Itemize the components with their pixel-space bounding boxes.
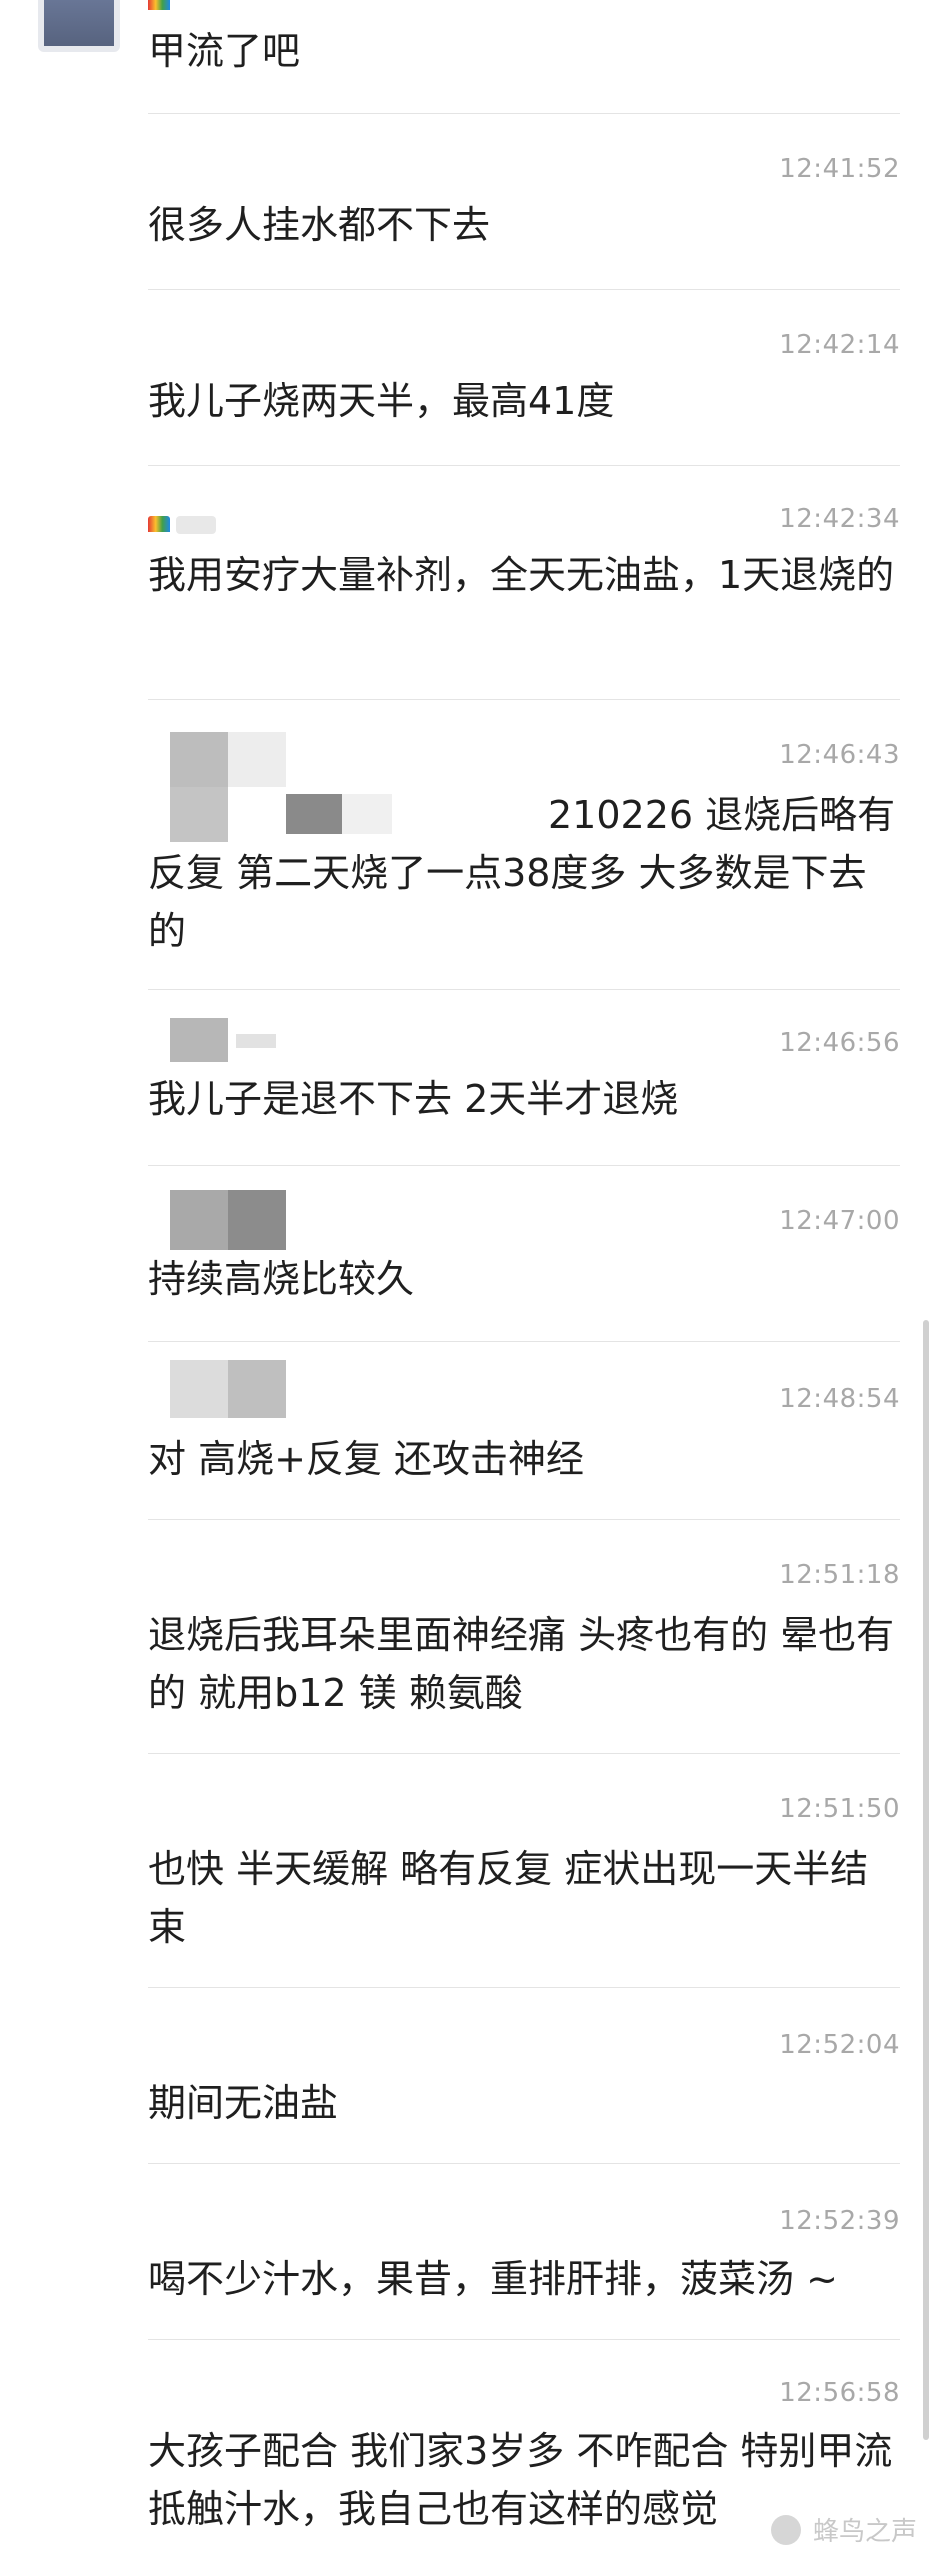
message-text: 持续高烧比较久 [148, 1257, 415, 1301]
list-item: 12:52:04 期间无油盐 [148, 1988, 900, 2164]
message-text: 期间无油盐 [148, 2081, 339, 2125]
avatar[interactable] [38, 0, 120, 52]
list-item: 12:41:52 很多人挂水都不下去 [148, 114, 900, 290]
watermark-text: 蜂鸟之声 [812, 2517, 917, 2547]
message-text: 退烧后我耳朵里面神经痛 头疼也有的 晕也有的 就用b12 镁 赖氨酸 [148, 1613, 895, 1715]
watermark: 蜂鸟之声 [770, 2511, 917, 2548]
chat-history[interactable]: 甲流了吧 12:41:52 很多人挂水都不下去 12:42:14 我儿子烧两天半… [0, 0, 937, 2560]
message-time: 12:42:14 [779, 330, 900, 360]
list-item: 12:42:14 我儿子烧两天半，最高41度 [148, 290, 900, 466]
list-item: 12:47:00 持续高烧比较久 [148, 1166, 900, 1342]
message-time: 12:46:43 [779, 740, 900, 770]
message-text: 甲流了吧 [148, 29, 301, 73]
list-item: 12:46:43 210226 退烧后略有反复 第二天烧了一点38度多 大多数是… [148, 700, 900, 990]
message-text: 喝不少汁水，果昔，重排肝排，菠菜汤 ~ [148, 2257, 838, 2301]
scrollbar[interactable] [923, 1320, 929, 2440]
list-item: 12:46:56 我儿子是退不下去 2天半才退烧 [148, 990, 900, 1166]
message-time: 12:41:52 [779, 154, 900, 184]
message-time: 12:56:58 [779, 2378, 900, 2408]
message-time: 12:52:04 [779, 2030, 900, 2060]
list-item: 甲流了吧 [148, 0, 900, 114]
watermark-logo-icon [770, 2514, 801, 2545]
message-time: 12:46:56 [779, 1028, 900, 1058]
message-time: 12:47:00 [779, 1206, 900, 1236]
list-item: 12:51:50 也快 半天缓解 略有反复 症状出现一天半结束 [148, 1754, 900, 1988]
list-item: 12:51:18 退烧后我耳朵里面神经痛 头疼也有的 晕也有的 就用b12 镁 … [148, 1520, 900, 1754]
message-text: 对 高烧+反复 还攻击神经 [148, 1437, 584, 1481]
message-text: 我儿子是退不下去 2天半才退烧 [148, 1077, 679, 1121]
message-time: 12:51:50 [779, 1794, 900, 1824]
message-text: 210226 退烧后略有反复 第二天烧了一点38度多 大多数是下去的 [148, 793, 896, 953]
message-text: 也快 半天缓解 略有反复 症状出现一天半结束 [148, 1847, 869, 1949]
list-item: 12:42:34 我用安疗大量补剂，全天无油盐，1天退烧的 [148, 466, 900, 700]
list-item: 12:52:39 喝不少汁水，果昔，重排肝排，菠菜汤 ~ [148, 2164, 900, 2340]
message-time: 12:52:39 [779, 2206, 900, 2236]
list-item: 12:48:54 对 高烧+反复 还攻击神经 [148, 1342, 900, 1520]
message-time: 12:48:54 [779, 1384, 900, 1414]
message-time: 12:51:18 [779, 1560, 900, 1590]
message-text: 我用安疗大量补剂，全天无油盐，1天退烧的 [148, 553, 895, 597]
message-text: 很多人挂水都不下去 [148, 203, 491, 247]
message-text: 我儿子烧两天半，最高41度 [148, 379, 615, 423]
message-time: 12:42:34 [779, 504, 900, 534]
